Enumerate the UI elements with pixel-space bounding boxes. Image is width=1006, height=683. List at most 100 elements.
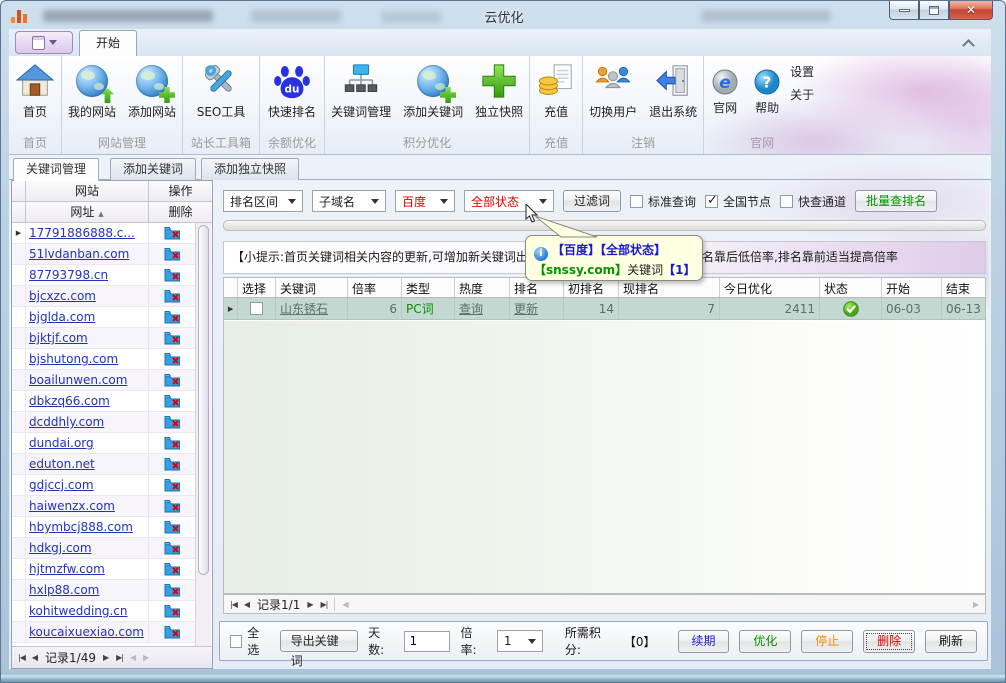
col-heat[interactable]: 热度 [455,278,510,297]
next-page-icon[interactable]: ▶ [103,653,109,662]
site-row[interactable]: koucaixuexiao.com [12,622,196,643]
horizontal-slider-bar[interactable] [223,220,986,231]
title-bar[interactable]: 云优化 ✕ [1,1,1006,29]
site-link[interactable]: bjshutong.com [29,352,118,366]
delete-site-icon[interactable] [164,289,181,303]
quick-channel-checkbox[interactable]: 快查通道 [780,193,846,210]
site-link[interactable]: bjktjf.com [29,331,88,345]
national-node-checkbox[interactable]: 全国节点 [705,193,771,210]
last-page-icon[interactable]: ▶| [321,600,328,609]
site-row[interactable]: eduton.net [12,454,196,475]
checkbox-icon[interactable] [705,195,718,208]
snapshot-button[interactable]: 独立快照 [469,59,529,120]
rate-select[interactable]: 1 [497,630,543,652]
delete-site-icon[interactable] [164,415,181,429]
site-link[interactable]: dcddhly.com [29,415,104,429]
delete-site-icon[interactable] [164,373,181,387]
collapse-ribbon-icon[interactable] [962,39,975,52]
site-row[interactable]: hxlp88.com [12,580,196,601]
col-keyword[interactable]: 关键词 [276,278,348,297]
close-button[interactable]: ✕ [949,1,993,20]
site-row[interactable]: bjktjf.com [12,328,196,349]
scroll-left-icon[interactable]: ◀ [342,600,348,609]
delete-site-icon[interactable] [164,520,181,534]
site-link[interactable]: hjtmzfw.com [29,562,105,576]
col-type[interactable]: 类型 [402,278,455,297]
optimize-button[interactable]: 优化 [739,630,791,653]
site-link[interactable]: eduton.net [29,457,95,471]
delete-site-icon[interactable] [164,331,181,345]
site-row[interactable]: bjglda.com [12,307,196,328]
site-link[interactable]: hbymbcj888.com [29,520,133,534]
sidebar-scrollbar[interactable] [195,223,211,646]
select-all-checkbox[interactable]: 全选 [230,624,270,658]
checkbox-icon[interactable] [780,195,793,208]
last-page-icon[interactable]: ▶| [116,653,123,662]
col-select[interactable]: 选择 [238,278,276,297]
column-header-delete[interactable]: 删除 [149,202,212,222]
site-link[interactable]: dbkzq66.com [29,394,110,408]
update-link[interactable]: 更新 [514,300,538,317]
my-sites-button[interactable]: 我的网站 [62,59,122,120]
site-row[interactable]: dcddhly.com [12,412,196,433]
tab-add-keyword[interactable]: 添加关键词 [110,158,196,180]
site-row[interactable]: dundai.org [12,433,196,454]
column-header-site[interactable]: 网站 [26,181,149,201]
status-select[interactable]: 全部状态 [464,190,554,212]
maximize-button[interactable] [919,1,949,20]
days-input[interactable] [404,631,450,652]
row-checkbox[interactable] [250,302,263,315]
keyword-manage-button[interactable]: 关键词管理 [325,59,397,120]
delete-site-icon[interactable] [164,268,181,282]
delete-site-icon[interactable] [164,436,181,450]
scrollbar-thumb[interactable] [198,225,209,575]
add-site-button[interactable]: 添加网站 [122,59,182,120]
site-link[interactable]: 17791886888.c... [29,226,135,240]
col-today-opt[interactable]: 今日优化 [720,278,820,297]
first-page-icon[interactable]: |◀ [18,653,25,662]
add-keyword-button[interactable]: 添加关键词 [397,59,469,120]
col-status[interactable]: 状态 [820,278,882,297]
standard-query-checkbox[interactable]: 标准查询 [630,193,696,210]
minimize-button[interactable] [889,1,919,20]
delete-site-icon[interactable] [164,562,181,576]
app-menu-button[interactable] [15,31,73,54]
site-row[interactable]: haiwenzx.com [12,496,196,517]
keyword-row[interactable]: ▶ 山东锈石 6 PC词 查询 更新 14 7 2411 06-03 06-13 [224,298,985,320]
tab-add-snapshot[interactable]: 添加独立快照 [201,158,299,180]
delete-site-icon[interactable] [164,457,181,471]
site-row[interactable]: bjshutong.com [12,349,196,370]
recharge-button[interactable]: 充值 [530,59,582,120]
site-row[interactable]: ▶ 17791886888.c... [12,223,196,244]
site-link[interactable]: hxlp88.com [29,583,99,597]
checkbox-icon[interactable] [230,635,242,648]
site-row[interactable]: boailunwen.com [12,370,196,391]
scroll-right-icon[interactable]: ▶ [973,600,979,609]
column-header-url[interactable]: 网址 ▲ [26,202,149,222]
delete-site-icon[interactable] [164,604,181,618]
site-row[interactable]: hjtmzfw.com [12,559,196,580]
site-link[interactable]: 51lvdanban.com [29,247,129,261]
prev-page-icon[interactable]: ◀ [244,600,250,609]
site-link[interactable]: kohitwedding.cn [29,604,128,618]
site-link[interactable]: hdkgj.com [29,541,92,555]
site-link[interactable]: dundai.org [29,436,94,450]
stop-button[interactable]: 停止 [801,630,853,653]
col-rate[interactable]: 倍率 [348,278,402,297]
site-row[interactable]: kohitwedding.cn [12,601,196,622]
official-site-button[interactable]: e 官网 [704,59,746,116]
site-link[interactable]: haiwenzx.com [29,499,115,513]
site-row[interactable]: 87793798.cn [12,265,196,286]
checkbox-icon[interactable] [630,195,643,208]
scroll-left-icon[interactable]: ◀ [130,653,136,662]
filter-words-button[interactable]: 过滤词 [563,190,621,212]
delete-button[interactable]: 删除 [863,630,915,653]
site-row[interactable]: 51lvdanban.com [12,244,196,265]
col-end[interactable]: 结束 [942,278,985,297]
delete-site-icon[interactable] [164,310,181,324]
export-keywords-button[interactable]: 导出关键词 [280,630,359,652]
site-link[interactable]: 87793798.cn [29,268,108,282]
site-row[interactable]: hbymbcj888.com [12,517,196,538]
site-link[interactable]: bjcxzc.com [29,289,96,303]
delete-site-icon[interactable] [164,541,181,555]
